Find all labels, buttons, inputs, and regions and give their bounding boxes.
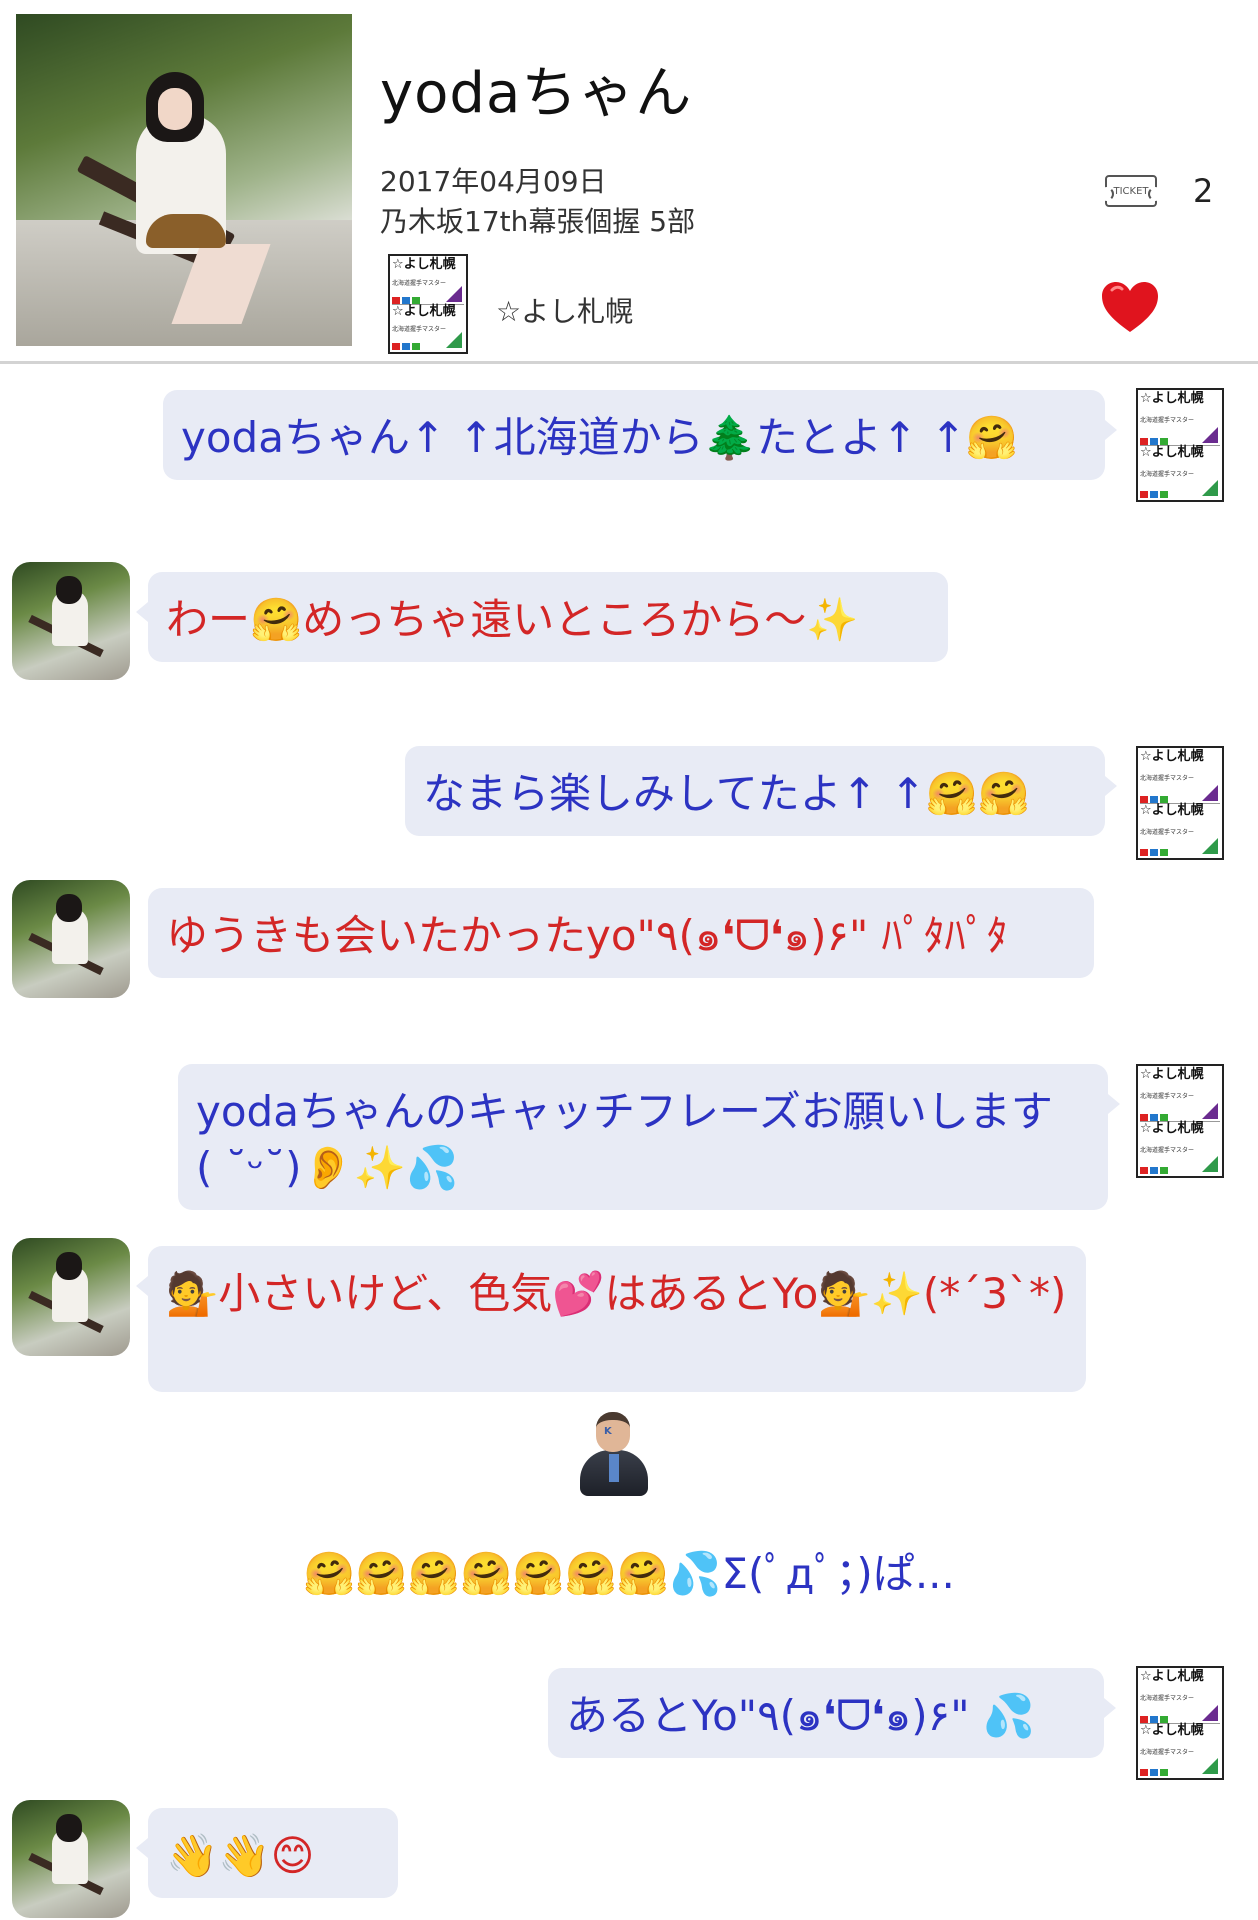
- member-photo[interactable]: [16, 14, 352, 346]
- message-bubble-sent[interactable]: あるとYo"٩(๑❛ᗜ❛๑)۶" 💦: [548, 1668, 1116, 1758]
- logo-text: ☆よし札幌: [1140, 749, 1204, 764]
- narration-line: 🤗🤗🤗🤗🤗🤗🤗💦Σ(ﾟдﾟ；)ぱ...: [303, 1549, 955, 1598]
- sender-avatar[interactable]: ☆よし札幌 北海道握手マスター ☆よし札幌 北海道握手マスター: [1136, 1666, 1224, 1780]
- sender-avatar[interactable]: ☆よし札幌 北海道握手マスター ☆よし札幌 北海道握手マスター: [1136, 746, 1224, 860]
- message-bubble-sent[interactable]: yodaちゃん↑ ↑北海道から🌲たとよ↑ ↑🤗: [163, 390, 1117, 480]
- message-bubble-received[interactable]: 💁小さいけど、色気💕はあるとYo💁✨(*´3`*): [136, 1246, 1086, 1392]
- logo-text: ☆よし札幌: [1140, 444, 1204, 460]
- member-avatar[interactable]: [12, 1238, 130, 1356]
- logo-text: ☆よし札幌: [1140, 1120, 1204, 1136]
- event-name: 乃木坂17th幕張個握 5部: [380, 205, 696, 238]
- message-bubble-received[interactable]: ゆうきも会いたかったyo"٩(๑❛ᗜ❛๑)۶" ﾊﾟﾀﾊﾟﾀ: [148, 888, 1094, 978]
- ticket-count: 2: [1193, 172, 1214, 210]
- logo-subtext: 北海道握手マスター: [1140, 1093, 1195, 1101]
- ticket-icon: TICKET: [1100, 175, 1162, 207]
- message-bubble-sent[interactable]: yodaちゃんのキャッチフレーズお願いします ( ˘ᵕ˘)👂✨💦: [178, 1064, 1120, 1210]
- logo-text: ☆よし札幌: [392, 257, 456, 272]
- message-bubble-sent[interactable]: なまら楽しみしてたよ↑ ↑🤗🤗: [405, 746, 1117, 836]
- logo-text: ☆よし札幌: [1140, 1669, 1204, 1684]
- logo-text: ☆よし札幌: [392, 303, 456, 319]
- logo-subtext: 北海道握手マスター: [1140, 828, 1195, 836]
- sender-avatar[interactable]: ☆よし札幌 北海道握手マスター ☆よし札幌 北海道握手マスター: [1136, 388, 1224, 502]
- sender-name: ☆よし札幌: [496, 295, 634, 328]
- event-date: 2017年04月09日: [380, 165, 607, 198]
- member-avatar[interactable]: [12, 562, 130, 680]
- narrator-avatar: K: [578, 1410, 650, 1496]
- logo-text: ☆よし札幌: [1140, 391, 1204, 406]
- member-avatar[interactable]: [12, 880, 130, 998]
- logo-subtext: 北海道握手マスター: [1140, 775, 1195, 783]
- logo-text: ☆よし札幌: [1140, 1067, 1204, 1082]
- logo-subtext: 北海道握手マスター: [1140, 470, 1195, 478]
- heart-icon[interactable]: [1100, 280, 1160, 334]
- message-bubble-received[interactable]: 👋👋😊: [136, 1808, 398, 1898]
- logo-subtext: 北海道握手マスター: [1140, 1695, 1195, 1703]
- sender-avatar[interactable]: ☆よし札幌 北海道握手マスター ☆よし札幌 北海道握手マスター: [1136, 1064, 1224, 1178]
- logo-text: ☆よし札幌: [1140, 802, 1204, 818]
- logo-text: ☆よし札幌: [1140, 1722, 1204, 1738]
- sender-logo[interactable]: ☆よし札幌 北海道握手マスター ☆よし札幌 北海道握手マスター: [388, 254, 468, 354]
- logo-subtext: 北海道握手マスター: [1140, 1146, 1195, 1154]
- member-name: yodaちゃん: [380, 61, 693, 126]
- logo-subtext: 北海道握手マスター: [1140, 417, 1195, 425]
- conversation-header: yodaちゃん 2017年04月09日 乃木坂17th幕張個握 5部 TICKE…: [0, 0, 1258, 364]
- message-bubble-received[interactable]: わー🤗めっちゃ遠いところから〜✨: [136, 572, 948, 662]
- member-avatar[interactable]: [12, 1800, 130, 1918]
- logo-subtext: 北海道握手マスター: [1140, 1748, 1195, 1756]
- ticket-icon-label: TICKET: [1113, 185, 1149, 197]
